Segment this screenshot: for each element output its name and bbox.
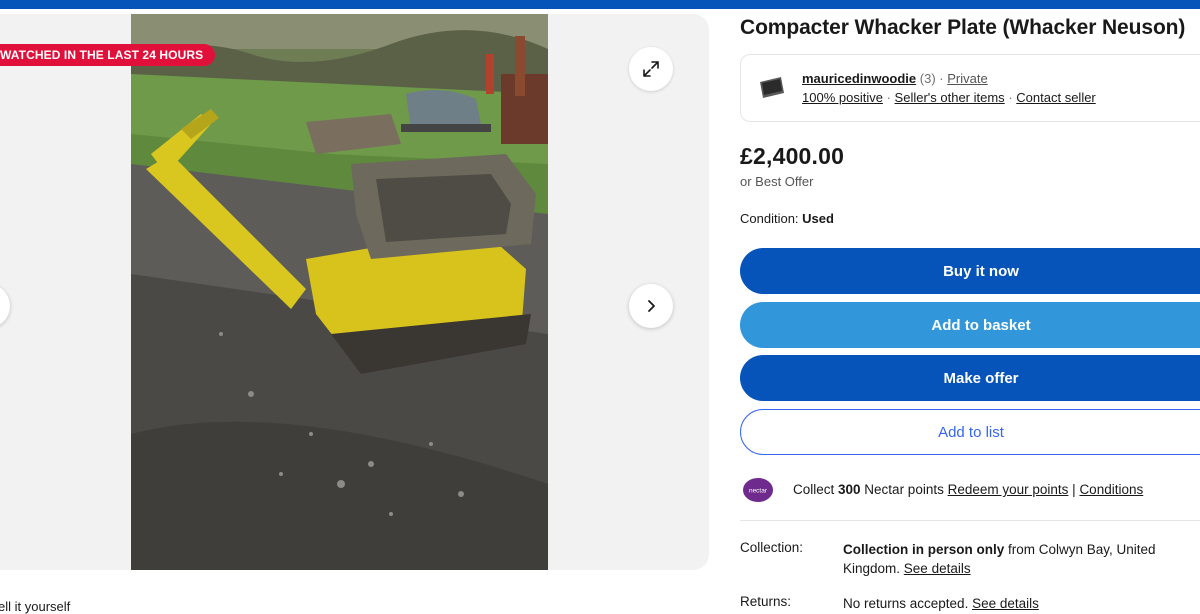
seller-info-line: mauricedinwoodie (3) · Private [802, 71, 988, 86]
product-photo-art [131, 14, 548, 570]
image-gallery[interactable]: WATCHED IN THE LAST 24 HOURS [0, 14, 709, 570]
other-items-link[interactable]: Seller's other items [895, 90, 1005, 105]
next-image-button[interactable] [629, 284, 673, 328]
collection-label: Collection: [740, 540, 804, 555]
add-to-list-button[interactable]: Add to list [740, 409, 1200, 455]
expand-icon [643, 61, 659, 77]
condition-label: Condition: [740, 211, 799, 226]
condition: Condition: Used [740, 211, 834, 226]
product-photo[interactable] [131, 14, 548, 570]
separator: · [1008, 90, 1013, 105]
best-offer-label: or Best Offer [740, 174, 814, 189]
listing-title: Compacter Whacker Plate (Whacker Neuson) [740, 16, 1186, 39]
returns-value: No returns accepted. See details [843, 594, 1183, 613]
nectar-conditions-link[interactable]: Conditions [1079, 482, 1143, 497]
previous-image-button[interactable] [0, 284, 10, 328]
separator: · [886, 90, 891, 105]
collection-see-details-link[interactable]: See details [904, 561, 971, 576]
add-to-list-label: Add to list [938, 423, 1004, 441]
seller-card: mauricedinwoodie (3) · Private 100% posi… [740, 54, 1200, 122]
separator: · [939, 71, 944, 86]
positive-feedback-link[interactable]: 100% positive [802, 90, 883, 105]
seller-avatar-icon[interactable] [757, 73, 787, 103]
returns-label: Returns: [740, 594, 792, 609]
nectar-points-row: nectar Collect 300 Nectar points Redeem … [740, 474, 1200, 506]
expand-image-button[interactable] [629, 47, 673, 91]
add-to-basket-button[interactable]: Add to basket [740, 302, 1200, 348]
top-nav-bar [0, 0, 1200, 9]
seller-links-line: 100% positive · Seller's other items · C… [802, 90, 1096, 105]
chevron-right-icon [648, 300, 655, 312]
nectar-logo-icon: nectar [743, 478, 773, 502]
seller-name-link[interactable]: mauricedinwoodie [802, 71, 916, 86]
collection-value: Collection in person only from Colwyn Ba… [843, 540, 1183, 578]
seller-type-link[interactable]: Private [947, 71, 987, 86]
seller-feedback-count: (3) [919, 71, 936, 86]
returns-see-details-link[interactable]: See details [972, 596, 1039, 611]
nectar-points: 300 [838, 482, 861, 497]
collection-bold: Collection in person only [843, 542, 1005, 557]
returns-text: No returns accepted. [843, 596, 973, 611]
make-offer-button[interactable]: Make offer [740, 355, 1200, 401]
bottom-cutoff-text: ell it yourself [0, 599, 71, 614]
redeem-points-link[interactable]: Redeem your points [948, 482, 1069, 497]
nectar-text: Collect 300 Nectar points Redeem your po… [793, 482, 1143, 497]
nectar-logo-text: nectar [749, 488, 768, 495]
price: £2,400.00 [740, 143, 845, 169]
contact-seller-link[interactable]: Contact seller [1016, 90, 1095, 105]
nectar-prefix: Collect [793, 482, 839, 497]
buy-it-now-button[interactable]: Buy it now [740, 248, 1200, 294]
divider [740, 520, 1200, 521]
nectar-pipe: | [1068, 482, 1080, 497]
nectar-suffix: Nectar points [860, 482, 948, 497]
condition-value: Used [802, 211, 834, 226]
watched-badge: WATCHED IN THE LAST 24 HOURS [0, 44, 216, 66]
